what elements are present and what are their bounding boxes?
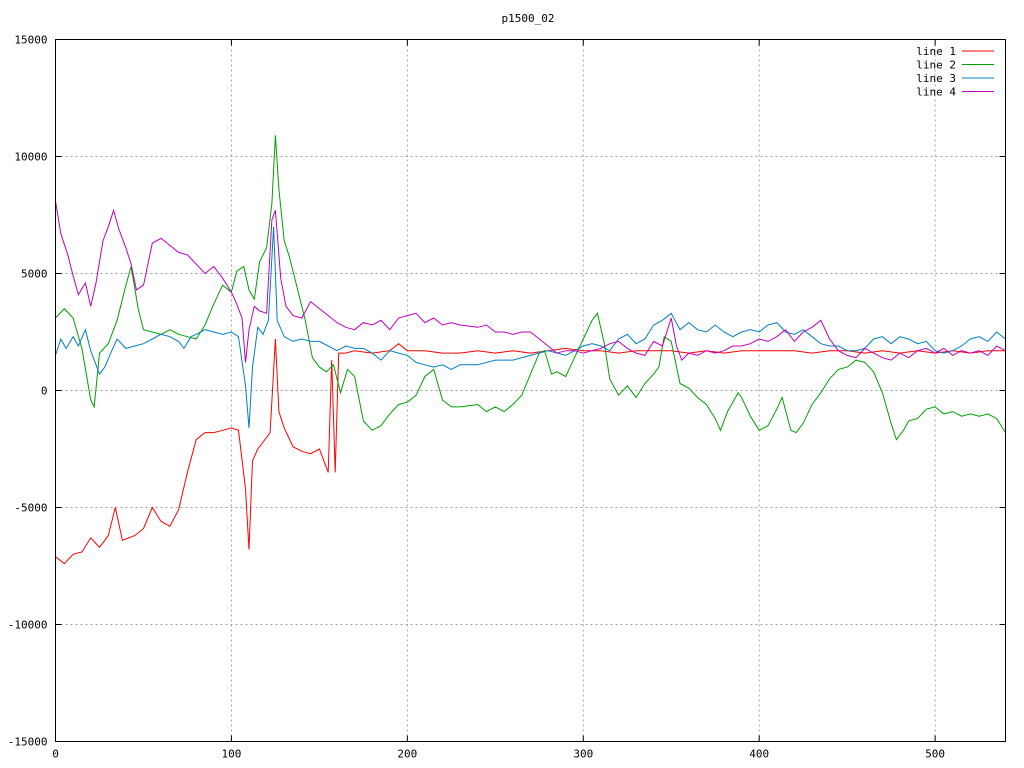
- legend-label: line 4: [916, 86, 956, 99]
- x-tick-label: 500: [925, 748, 945, 761]
- y-tick-label: 10000: [14, 151, 47, 164]
- legend-label: line 2: [916, 59, 956, 72]
- x-tick-label: 200: [397, 748, 417, 761]
- x-tick-label: 400: [749, 748, 769, 761]
- y-tick-label: 5000: [21, 268, 48, 281]
- y-tick-label: -5000: [14, 502, 47, 515]
- y-tick-label: -10000: [8, 619, 48, 632]
- x-tick-label: 100: [221, 748, 241, 761]
- legend-label: line 1: [916, 45, 956, 58]
- x-tick-label: 0: [52, 748, 59, 761]
- line-chart: p1500_02 0 100 200 300 400 500 -15000 -10000 -50…: [0, 0, 1024, 768]
- y-tick-label: 15000: [14, 34, 47, 47]
- x-tick-label: 300: [573, 748, 593, 761]
- chart-background: [0, 0, 1024, 768]
- legend-label: line 3: [916, 72, 956, 85]
- y-tick-label: -15000: [8, 736, 48, 749]
- y-tick-label: 0: [41, 385, 48, 398]
- chart-title: p1500_02: [502, 12, 555, 25]
